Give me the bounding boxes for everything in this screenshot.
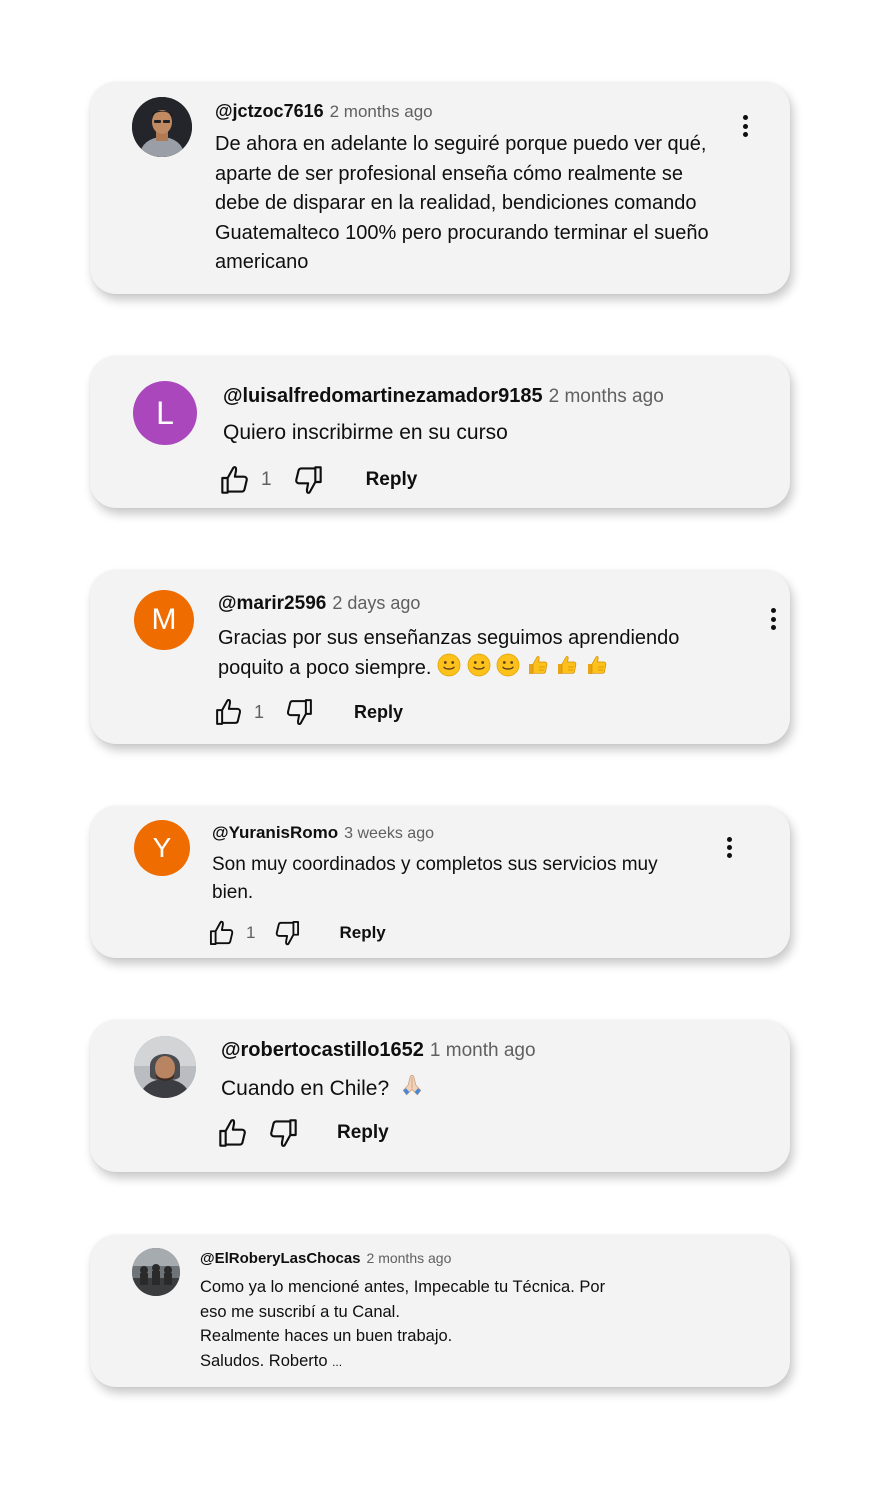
comment-meta: @YuranisRomo 3 weeks ago [212, 823, 434, 843]
thumbs-up-emoji-icon [555, 653, 579, 677]
comment-actions: 1 Reply [214, 697, 403, 727]
comment-text: Quiero inscribirme en su curso [223, 421, 508, 444]
author-handle[interactable]: @robertocastillo1652 [221, 1039, 424, 1061]
thumb-up-icon [217, 1117, 249, 1149]
avatar[interactable] [132, 97, 192, 157]
thumbs-up-emoji-icon [526, 653, 550, 677]
comment-card: M @marir2596 2 days ago Gracias por sus e… [90, 570, 790, 744]
like-count: 1 [254, 701, 265, 722]
dislike-button[interactable] [284, 697, 314, 727]
comment-line: Realmente haces un buen trabajo. [200, 1327, 453, 1345]
avatar-letter: L [156, 394, 174, 431]
thumb-down-icon [267, 1117, 299, 1149]
comment-meta: @ElRoberyLasChocas 2 months ago [200, 1250, 451, 1267]
comment-line-text: Saludos. Roberto [200, 1351, 328, 1370]
avatar-letter: M [151, 603, 177, 636]
thumbs-up-emoji-icon [585, 653, 609, 677]
comment-time[interactable]: 2 months ago [549, 386, 664, 407]
comment-actions: 1 Reply [208, 919, 386, 947]
reply-button[interactable]: Reply [339, 923, 385, 943]
avatar[interactable]: Y [134, 820, 190, 876]
comment-time[interactable]: 1 month ago [430, 1040, 536, 1061]
smiley-emoji-icon [496, 653, 520, 677]
more-options-icon[interactable] [725, 837, 733, 858]
thumb-down-icon [292, 464, 324, 496]
comment-text-body: Cuando en Chile? [221, 1077, 390, 1100]
comment-line: eso me suscribí a tu Canal. [200, 1302, 400, 1321]
like-count: 1 [261, 469, 272, 490]
comment-meta: @luisalfredomartinezamador9185 2 months a… [223, 385, 664, 408]
comment-text: Son muy coordinados y completos sus serv… [212, 854, 658, 903]
author-handle[interactable]: @luisalfredomartinezamador9185 [223, 385, 543, 407]
smiley-emoji-icon [467, 653, 491, 677]
more-options-icon[interactable] [769, 608, 777, 630]
comment-meta: @marir2596 2 days ago [218, 593, 420, 615]
reply-button[interactable]: Reply [366, 469, 418, 491]
dislike-button[interactable] [292, 464, 324, 496]
like-button[interactable] [219, 464, 251, 496]
comment-card: @ElRoberyLasChocas 2 months ago Como ya l… [90, 1235, 790, 1387]
reply-button[interactable]: Reply [354, 702, 403, 723]
like-button[interactable] [214, 697, 244, 727]
comment-meta: @jctzoc7616 2 months ago [215, 101, 433, 122]
dislike-button[interactable] [273, 919, 301, 947]
thumb-up-icon [208, 919, 236, 947]
like-button[interactable] [217, 1117, 249, 1149]
comment-time[interactable]: 3 weeks ago [344, 825, 434, 842]
comment-card: L @luisalfredomartinezamador9185 2 months… [90, 356, 790, 508]
comment-time[interactable]: 2 months ago [330, 102, 433, 121]
author-handle[interactable]: @marir2596 [218, 593, 326, 614]
user-photo-icon [132, 1248, 180, 1296]
comment-text: Como ya lo mencioné antes, Impecable tu … [200, 1275, 605, 1374]
smiley-emoji-icon [437, 653, 461, 677]
comment-actions: 1 Reply [219, 464, 417, 496]
read-more-ellipsis[interactable]: ... [332, 1355, 342, 1369]
user-photo-icon [132, 97, 192, 157]
avatar[interactable] [134, 1036, 196, 1098]
reply-button[interactable]: Reply [337, 1122, 389, 1144]
comment-card: @jctzoc7616 2 months ago De ahora en adel… [90, 82, 790, 294]
thumb-up-icon [219, 464, 251, 496]
comment-time[interactable]: 2 months ago [367, 1250, 452, 1266]
dislike-button[interactable] [267, 1117, 299, 1149]
comment-card: @robertocastillo1652 1 month ago Cuando e… [90, 1020, 790, 1172]
thumb-down-icon [273, 919, 301, 947]
comment-time[interactable]: 2 days ago [332, 593, 420, 613]
like-button[interactable] [208, 919, 236, 947]
comment-line: Saludos. Roberto ... [200, 1349, 605, 1375]
comment-text: Cuando en Chile? [221, 1072, 425, 1103]
more-options-icon[interactable] [741, 115, 749, 137]
comment-line: Como ya lo mencioné antes, Impecable tu … [200, 1278, 606, 1296]
author-handle[interactable]: @YuranisRomo [212, 823, 338, 842]
thumb-down-icon [284, 697, 314, 727]
comment-text: Gracias por sus enseñanzas seguimos apre… [218, 623, 738, 683]
comment-actions: Reply [217, 1117, 389, 1149]
avatar[interactable] [132, 1248, 180, 1296]
avatar-letter: Y [152, 832, 172, 863]
like-count: 1 [246, 923, 256, 942]
user-photo-icon [134, 1036, 196, 1098]
folded-hands-emoji-icon [399, 1072, 425, 1098]
thumb-up-icon [214, 697, 244, 727]
comment-text: De ahora en adelante lo seguiré porque p… [215, 133, 709, 273]
avatar[interactable]: L [133, 381, 197, 445]
author-handle[interactable]: @ElRoberyLasChocas [200, 1250, 361, 1267]
comment-meta: @robertocastillo1652 1 month ago [221, 1039, 536, 1062]
comment-card: Y @YuranisRomo 3 weeks ago Son muy coordi… [90, 806, 790, 958]
avatar[interactable]: M [134, 590, 194, 650]
author-handle[interactable]: @jctzoc7616 [215, 101, 324, 121]
